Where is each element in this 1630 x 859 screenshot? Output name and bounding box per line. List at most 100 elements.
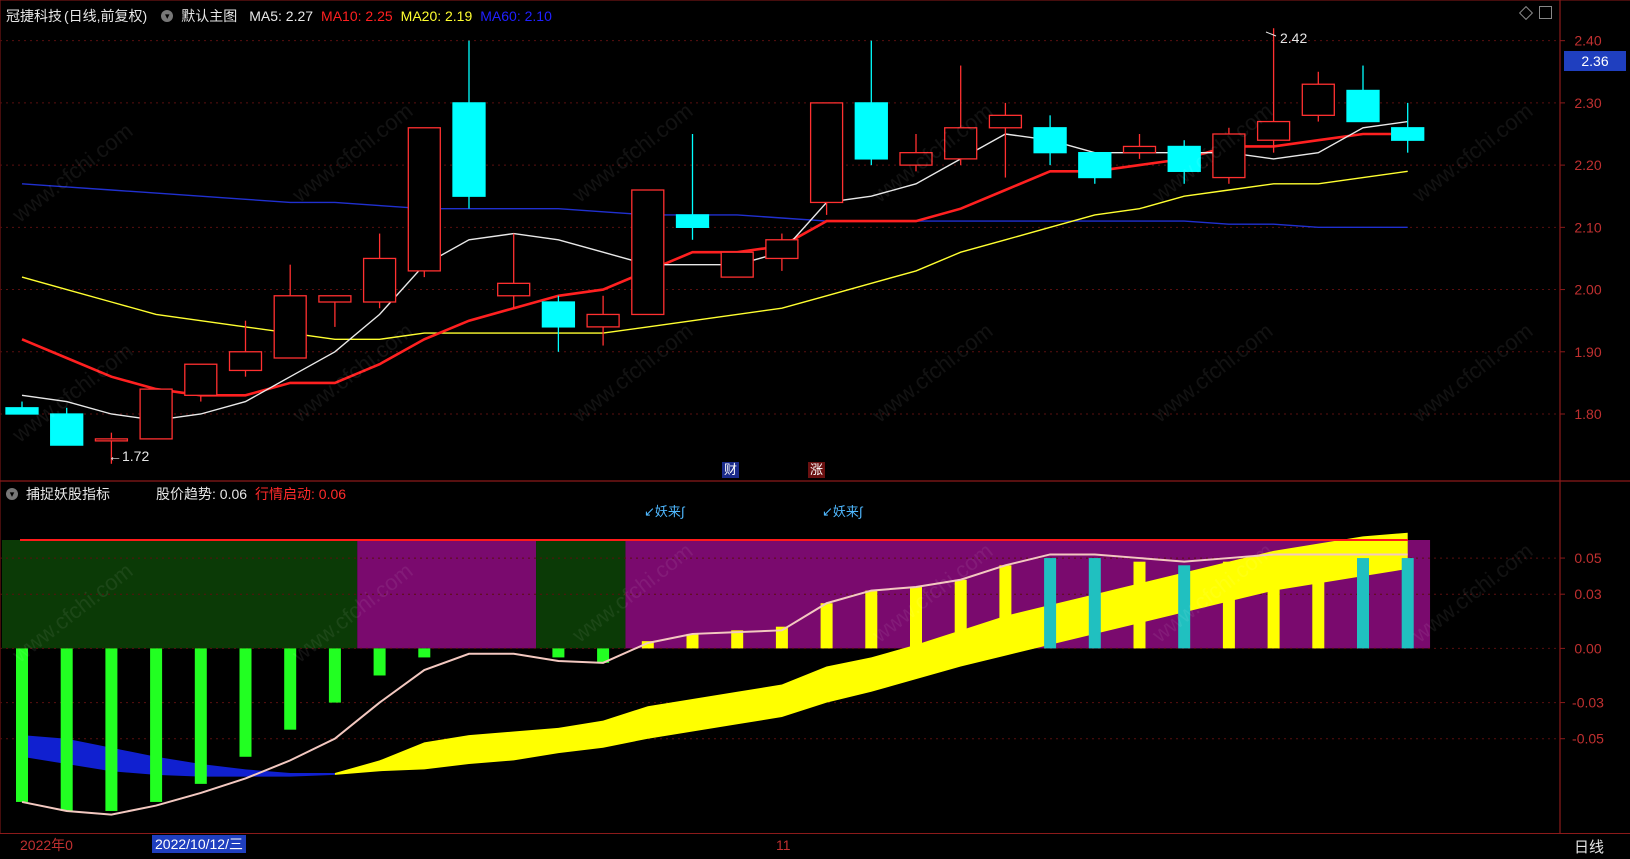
candle-body <box>541 301 576 328</box>
y-tick-label: 0.03 <box>1574 586 1601 602</box>
indicator-legend-item: 行情启动: 0.06 <box>255 486 347 502</box>
main-chart-name[interactable]: 默认主图 <box>181 6 237 26</box>
y-tick-label: 2.30 <box>1574 95 1601 111</box>
candle-body <box>988 114 1023 129</box>
cursor-date: 2022/10/12/三 <box>152 835 246 853</box>
low-annotation: ←1.72 <box>108 448 150 464</box>
ma-legend-item: MA10: 2.25 <box>321 8 393 24</box>
y-tick-label: -0.05 <box>1572 731 1604 747</box>
indicator-bar <box>194 648 207 784</box>
finance-marker[interactable]: 财 <box>722 462 740 478</box>
y-tick-label: -0.03 <box>1572 695 1604 711</box>
ma-legend-item: MA5: 2.27 <box>249 8 314 24</box>
indicator-bar <box>150 648 163 802</box>
indicator-bar <box>60 648 73 811</box>
y-tick-label: 0.05 <box>1574 550 1601 566</box>
indicator-bar <box>1133 561 1146 649</box>
candle-body <box>765 239 799 260</box>
candle-body <box>854 102 888 160</box>
candle-body <box>1212 133 1246 179</box>
y-tick-label: 1.80 <box>1574 406 1601 422</box>
indicator-bar <box>284 648 297 730</box>
indicator-bar <box>1312 558 1325 649</box>
candle-body <box>139 388 173 440</box>
indicator-bar <box>820 603 833 649</box>
indicator-name[interactable]: 捕捉妖股指标 <box>26 484 110 504</box>
candle-body <box>1122 145 1157 154</box>
indicator-bar <box>1357 558 1369 649</box>
indicator-bar <box>1401 558 1414 649</box>
candle-body <box>1346 89 1380 123</box>
indicator-bar <box>328 648 341 703</box>
candle-body <box>407 127 441 272</box>
indicator-bar <box>1178 565 1191 649</box>
candle-body <box>1256 120 1291 141</box>
y-tick-label: 2.20 <box>1574 157 1601 173</box>
indicator-header: ▾ 捕捉妖股指标 股价趋势: 0.06 行情启动: 0.06 <box>6 484 346 504</box>
maximize-icon[interactable] <box>1539 6 1552 19</box>
current-price-label: 2.36 <box>1564 51 1626 71</box>
indicator-bar <box>1222 561 1235 649</box>
candle-body <box>50 413 84 446</box>
y-tick-label: 2.40 <box>1574 33 1601 49</box>
indicator-bar <box>239 648 252 757</box>
y-tick-label: 0.00 <box>1574 640 1601 656</box>
candle-body <box>586 313 620 328</box>
candle-body <box>497 282 531 297</box>
indicator-bar <box>373 648 386 676</box>
stock-name: 冠捷科技 <box>6 8 62 24</box>
indicator-bar <box>552 648 565 658</box>
candle-body <box>1301 83 1335 116</box>
candle-body <box>452 102 486 197</box>
indicator-bar <box>16 648 28 802</box>
indicator-legend-item: 股价趋势: 0.06 <box>156 486 248 502</box>
chart-stage: 2.40 2.30 2.20 2.10 2.00 1.90 1.80 0.05 0.03 0.00… <box>0 0 1630 856</box>
indicator-bar <box>910 586 922 649</box>
diamond-icon[interactable] <box>1518 5 1534 21</box>
ma-legend-item: MA20: 2.19 <box>400 8 473 24</box>
window-controls <box>1518 5 1552 21</box>
kline-chart[interactable]: 2.40 2.30 2.20 2.10 2.00 1.90 1.80 0.05 0.03 0.00… <box>0 0 1630 856</box>
year-label: 2022年0 <box>20 837 73 853</box>
indicator-bar <box>1088 558 1101 649</box>
signal-label-1: ↙妖来∫ <box>644 504 685 519</box>
candle-body <box>273 295 307 359</box>
y-tick-label: 2.10 <box>1574 219 1601 235</box>
chevron-down-icon[interactable]: ▾ <box>161 10 174 22</box>
candle-body <box>228 351 263 372</box>
candle-body <box>1033 127 1067 154</box>
y-tick-label: 2.00 <box>1574 282 1601 298</box>
candle-body <box>184 363 218 396</box>
limit-up-marker[interactable]: 涨 <box>808 462 826 478</box>
candle-body <box>5 407 39 415</box>
candle-body <box>1167 145 1201 172</box>
y-tick-label: 1.90 <box>1574 344 1601 360</box>
candle-body <box>720 251 754 278</box>
ma-legend: MA5: 2.27 MA10: 2.25 MA20: 2.19 MA60: 2.10 <box>249 8 552 24</box>
candle-body <box>944 127 978 160</box>
indicator-bar <box>418 648 431 658</box>
indicator-bar <box>865 590 878 649</box>
candle-body <box>899 152 933 166</box>
indicator-bar <box>105 648 118 811</box>
candle-body <box>675 214 710 228</box>
candle-body <box>318 295 352 303</box>
ma-legend-item: MA60: 2.10 <box>480 8 552 24</box>
indicator-bar <box>686 633 699 649</box>
high-annotation: 2.42 <box>1280 30 1308 46</box>
candle-body <box>1391 127 1425 141</box>
main-chart-header: 冠捷科技 (日线,前复权) ▾ 默认主图 MA5: 2.27 MA10: 2.25… <box>6 6 552 26</box>
chevron-down-icon[interactable]: ▾ <box>6 488 18 500</box>
month-label: 11 <box>776 837 791 853</box>
candle-body <box>631 189 665 316</box>
indicator-legend: 股价趋势: 0.06 行情启动: 0.06 <box>156 484 346 504</box>
ma20-line <box>21 170 1408 340</box>
indicator-bar <box>1044 558 1057 649</box>
candle-body <box>1078 152 1112 179</box>
indicator-bar <box>999 565 1012 649</box>
period-label[interactable]: 日线 <box>1574 836 1604 857</box>
candle-body <box>809 102 844 204</box>
candle-body <box>362 257 397 303</box>
ma60-line <box>21 183 1408 228</box>
high-leader <box>1265 31 1277 37</box>
